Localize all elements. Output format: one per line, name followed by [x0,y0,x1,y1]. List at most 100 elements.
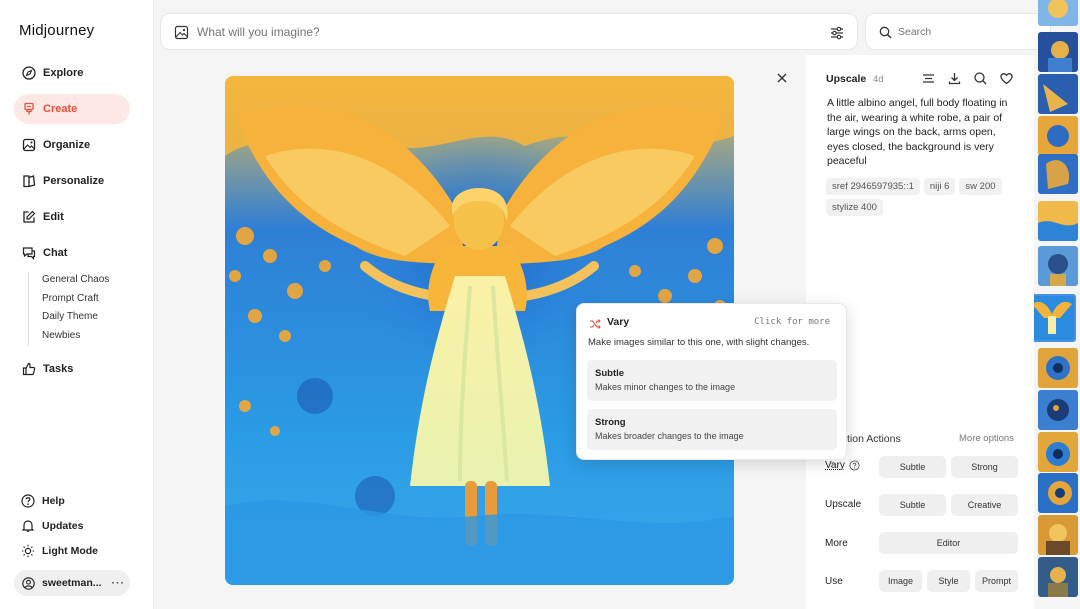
upscale-label: Upscale [825,499,862,510]
thumbnail[interactable] [1038,0,1078,26]
panel-title: Upscale [826,73,867,85]
nav-explore[interactable]: Explore [14,58,130,88]
brush-icon [22,102,36,116]
prompt-text[interactable]: A little albino angel, full body floatin… [827,96,1017,169]
popup-description: Make images similar to this one, with sl… [588,337,810,348]
upscale-subtle-button[interactable]: Subtle [879,494,946,516]
help-label: Help [42,495,65,507]
option-description: Makes broader changes to the image [595,431,744,441]
thumbnail-strip [1034,0,1080,609]
light-mode-toggle[interactable]: Light Mode [21,544,98,558]
thumbnail[interactable] [1038,74,1078,114]
imagine-input[interactable] [197,23,797,41]
tag-niji[interactable]: niji 6 [923,178,956,195]
nav-explore-label: Explore [43,67,84,79]
nav-organize[interactable]: Organize [14,130,130,160]
chat-room-prompt-craft[interactable]: Prompt Craft [42,293,99,304]
vary-strong-button[interactable]: Strong [951,456,1018,478]
tag-sw[interactable]: sw 200 [959,178,1002,195]
nav-edit[interactable]: Edit [14,202,130,232]
thumbnail[interactable] [1038,557,1078,597]
chat-room-newbies[interactable]: Newbies [42,330,80,341]
thumbnail[interactable] [1038,246,1078,286]
sidebar: Midjourney Explore Create Organize Perso… [0,0,154,609]
thumbnail[interactable] [1038,473,1078,513]
edit-icon [22,210,36,224]
light-mode-label: Light Mode [42,545,98,557]
nav-tasks[interactable]: Tasks [14,354,130,384]
search-bar[interactable] [865,13,1051,50]
vary-popup: Vary Click for more Make images similar … [576,303,847,460]
thumbnail[interactable] [1038,32,1078,72]
thumbnail[interactable] [1038,154,1078,194]
option-description: Makes minor changes to the image [595,382,736,392]
thumbnail[interactable] [1038,348,1078,388]
help-link[interactable]: Help [21,494,65,508]
thumbnail-selected[interactable] [1034,294,1076,342]
nav-create-label: Create [43,103,78,115]
chat-tree-line [28,272,29,346]
user-name: sweetman... [42,577,102,589]
nav-edit-label: Edit [43,211,64,223]
use-prompt-button[interactable]: Prompt [975,570,1018,592]
nav-chat[interactable]: Chat [14,238,130,268]
use-label: Use [825,576,843,587]
imagine-bar[interactable] [160,13,858,50]
thumbnail[interactable] [1038,201,1078,241]
vary-strong-option[interactable]: Strong Makes broader changes to the imag… [587,409,837,450]
use-image-button[interactable]: Image [879,570,922,592]
help-icon [21,494,35,508]
user-more-icon[interactable]: ··· [112,577,126,589]
thumbnail[interactable] [1038,116,1078,156]
use-style-button[interactable]: Style [927,570,970,592]
more-label: More [825,538,848,549]
user-menu[interactable]: sweetman... ··· [14,570,130,596]
vary-subtle-button[interactable]: Subtle [879,456,946,478]
heart-icon[interactable] [999,71,1014,86]
vary-subtle-option[interactable]: Subtle Makes minor changes to the image [587,360,837,401]
thumbnail[interactable] [1038,432,1078,472]
vary-row-label: Vary [825,460,860,471]
tag-stylize[interactable]: stylize 400 [826,199,883,216]
download-icon[interactable] [947,71,962,86]
app-logo[interactable]: Midjourney [19,22,94,39]
actions-title: tion Actions [847,433,901,445]
menu-lines-icon[interactable] [921,71,936,86]
bell-icon [21,519,35,533]
close-icon[interactable] [775,71,789,85]
thumbs-up-icon [22,362,36,376]
upscale-creative-button[interactable]: Creative [951,494,1018,516]
search-icon [879,26,892,39]
editor-button[interactable]: Editor [879,532,1018,554]
popup-title: Vary [607,316,630,328]
updates-link[interactable]: Updates [21,519,83,533]
param-tags: sref 2946597935::1 niji 6 sw 200 stylize… [826,178,1016,216]
settings-sliders-icon[interactable] [829,25,845,41]
nav-create[interactable]: Create [14,94,130,124]
nav-organize-label: Organize [43,139,91,151]
panel-age: 4d [873,74,884,85]
search-input[interactable] [898,24,1038,40]
chat-room-general-chaos[interactable]: General Chaos [42,274,109,285]
image-upload-icon[interactable] [174,25,189,40]
more-options-link[interactable]: More options [959,433,1014,444]
updates-label: Updates [42,520,84,532]
option-title: Subtle [595,368,625,379]
compass-icon [22,66,36,80]
info-icon[interactable] [849,460,860,471]
nav-tasks-label: Tasks [43,363,74,375]
popup-hint: Click for more [754,317,830,327]
shuffle-icon [589,317,601,329]
chat-room-daily-theme[interactable]: Daily Theme [42,311,98,322]
vary-label: Vary [825,460,845,471]
image-icon [22,138,36,152]
nav-personalize-label: Personalize [43,175,105,187]
nav-personalize[interactable]: Personalize [14,166,130,196]
thumbnail[interactable] [1038,515,1078,555]
user-icon [22,576,35,590]
tag-sref[interactable]: sref 2946597935::1 [826,178,920,195]
panel-toolbar [921,71,1014,86]
zoom-search-icon[interactable] [973,71,988,86]
option-title: Strong [595,417,626,428]
thumbnail[interactable] [1038,390,1078,430]
